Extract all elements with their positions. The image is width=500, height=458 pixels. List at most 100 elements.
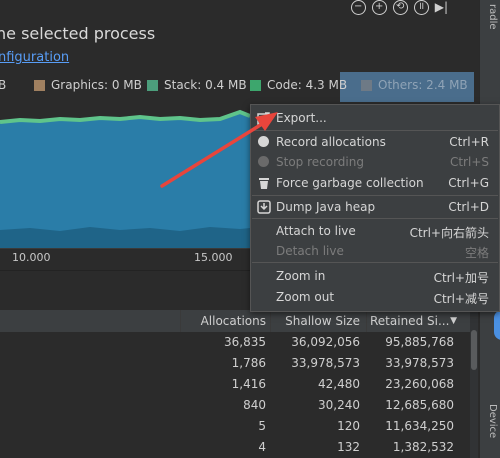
cell-retained-size: 11,634,250 bbox=[385, 419, 454, 433]
reset-circle-icon[interactable]: ⟲ bbox=[392, 0, 408, 15]
side-button[interactable] bbox=[494, 310, 500, 340]
legend-item-stack: Stack: 0.4 MB bbox=[147, 78, 247, 92]
table-row[interactable]: 36,835 36,092,056 95,885,768 bbox=[0, 332, 470, 353]
menu-item-label: Record allocations bbox=[276, 135, 386, 149]
table-row[interactable]: 1,416 42,480 23,260,068 bbox=[0, 374, 470, 395]
legend-item-code: Code: 4.3 MB bbox=[250, 78, 347, 92]
legend-item-java: B bbox=[0, 78, 6, 92]
cell-allocations: 1,786 bbox=[231, 356, 266, 370]
legend-swatch bbox=[250, 79, 261, 91]
menu-item-label: Zoom in bbox=[276, 269, 326, 283]
cell-shallow-size: 36,092,056 bbox=[291, 335, 360, 349]
export-icon bbox=[257, 112, 270, 125]
cell-retained-size: 1,382,532 bbox=[392, 440, 454, 454]
column-allocations[interactable]: Allocations bbox=[184, 314, 266, 328]
menu-item-zoom-out[interactable]: Zoom out Ctrl+减号 bbox=[251, 287, 499, 307]
cell-retained-size: 12,685,680 bbox=[385, 398, 454, 412]
skip-end-icon[interactable]: ▶| bbox=[435, 0, 448, 16]
menu-item-attach-live[interactable]: Attach to live Ctrl+向右箭头 bbox=[251, 221, 499, 241]
menu-item-label: Force garbage collection bbox=[276, 176, 424, 190]
menu-item-dump-heap[interactable]: Dump Java heap Ctrl+D bbox=[251, 197, 499, 217]
legend-label: Code: 4.3 MB bbox=[267, 78, 348, 92]
menu-item-shortcut: Ctrl+加号 bbox=[433, 271, 489, 285]
table-row[interactable]: 1,786 33,978,573 33,978,573 bbox=[0, 353, 470, 374]
menu-item-stop-recording[interactable]: Stop recording Ctrl+S bbox=[251, 152, 499, 172]
cell-shallow-size: 120 bbox=[337, 419, 360, 433]
pause-circle-icon[interactable]: ॥ bbox=[413, 0, 429, 15]
legend-label: Others: 2.4 MB bbox=[378, 78, 468, 92]
menu-separator bbox=[252, 130, 498, 131]
allocations-table: 36,835 36,092,056 95,885,768 1,786 33,97… bbox=[0, 332, 470, 458]
memory-legend: B Graphics: 0 MB Stack: 0.4 MB Code: 4.3… bbox=[0, 72, 478, 102]
legend-label: B bbox=[0, 78, 7, 92]
code-line bbox=[0, 109, 251, 124]
legend-swatch bbox=[147, 79, 158, 91]
table-row[interactable]: 5 120 11,634,250 bbox=[0, 416, 470, 437]
toolbar-icons: − + ⟲ ॥ ▶| bbox=[350, 0, 448, 16]
menu-item-shortcut: Ctrl+S bbox=[449, 155, 489, 169]
cell-shallow-size: 30,240 bbox=[318, 398, 360, 412]
menu-item-shortcut: Ctrl+向右箭头 bbox=[409, 226, 489, 240]
page-title: he selected process bbox=[0, 24, 156, 43]
legend-swatch bbox=[34, 79, 45, 91]
menu-separator bbox=[252, 218, 498, 219]
menu-item-shortcut: Ctrl+R bbox=[449, 135, 489, 149]
sort-desc-icon[interactable]: ▼ bbox=[447, 316, 457, 326]
cell-shallow-size: 132 bbox=[337, 440, 360, 454]
scrollbar-thumb[interactable] bbox=[471, 330, 477, 370]
cell-retained-size: 95,885,768 bbox=[385, 335, 454, 349]
stop-dot-icon bbox=[257, 155, 271, 169]
gradle-tab[interactable]: radle bbox=[487, 4, 498, 30]
menu-item-label: Attach to live bbox=[276, 224, 356, 238]
menu-item-label: Zoom out bbox=[276, 290, 335, 304]
legend-item-others: Others: 2.4 MB bbox=[361, 78, 468, 92]
menu-item-shortcut: 空格 bbox=[464, 246, 489, 260]
menu-item-force-gc[interactable]: Force garbage collection Ctrl+G bbox=[251, 173, 499, 193]
cell-allocations: 36,835 bbox=[224, 335, 266, 349]
plus-circle-icon[interactable]: + bbox=[371, 0, 387, 15]
menu-item-shortcut: Ctrl+G bbox=[448, 176, 489, 190]
menu-item-export[interactable]: Export... bbox=[251, 108, 499, 128]
column-shallow-size[interactable]: Shallow Size bbox=[274, 314, 360, 328]
cell-shallow-size: 42,480 bbox=[318, 377, 360, 391]
table-row[interactable]: 4 132 1,382,532 bbox=[0, 437, 470, 458]
menu-item-shortcut: Ctrl+减号 bbox=[433, 292, 489, 306]
cell-shallow-size: 33,978,573 bbox=[291, 356, 360, 370]
menu-item-shortcut: Ctrl+D bbox=[448, 200, 489, 214]
legend-swatch bbox=[361, 79, 372, 91]
dump-heap-icon bbox=[257, 200, 271, 214]
profiler-window: he selected process nfiguration − + ⟲ ॥ … bbox=[0, 0, 500, 458]
cell-allocations: 840 bbox=[243, 398, 266, 412]
menu-item-zoom-in[interactable]: Zoom in Ctrl+加号 bbox=[251, 266, 499, 286]
device-tab[interactable]: Device bbox=[487, 404, 498, 438]
profiler-header: he selected process nfiguration − + ⟲ ॥ … bbox=[0, 0, 478, 72]
menu-item-label: Stop recording bbox=[276, 155, 364, 169]
tick-label: 15.000 bbox=[194, 251, 233, 264]
column-retained-size[interactable]: Retained Si... bbox=[370, 314, 449, 328]
cell-retained-size: 23,260,068 bbox=[385, 377, 454, 391]
menu-item-detach-live[interactable]: Detach live 空格 bbox=[251, 241, 499, 261]
table-scrollbar[interactable] bbox=[470, 310, 478, 458]
cell-allocations: 5 bbox=[258, 419, 266, 433]
context-menu: Export... Record allocations Ctrl+R Stop… bbox=[250, 104, 500, 312]
menu-separator bbox=[252, 262, 498, 263]
minus-circle-icon[interactable]: − bbox=[350, 0, 366, 15]
legend-item-graphics: Graphics: 0 MB bbox=[34, 78, 142, 92]
menu-item-label: Dump Java heap bbox=[276, 200, 376, 214]
table-row[interactable]: 840 30,240 12,685,680 bbox=[0, 395, 470, 416]
legend-label: Stack: 0.4 MB bbox=[164, 78, 247, 92]
legend-label: Graphics: 0 MB bbox=[51, 78, 142, 92]
menu-item-label: Detach live bbox=[276, 244, 344, 258]
record-dot-icon bbox=[257, 135, 271, 149]
memory-lower-band bbox=[0, 227, 250, 248]
menu-item-label: Export... bbox=[276, 111, 327, 125]
cell-retained-size: 33,978,573 bbox=[385, 356, 454, 370]
cell-allocations: 1,416 bbox=[231, 377, 266, 391]
cell-allocations: 4 bbox=[258, 440, 266, 454]
menu-separator bbox=[252, 195, 498, 196]
trash-icon bbox=[259, 178, 269, 189]
table-header: Allocations Shallow Size Retained Si... … bbox=[0, 310, 470, 333]
configuration-link[interactable]: nfiguration bbox=[0, 50, 69, 65]
menu-item-record-allocations[interactable]: Record allocations Ctrl+R bbox=[251, 132, 499, 152]
tick-label: 10.000 bbox=[12, 251, 51, 264]
